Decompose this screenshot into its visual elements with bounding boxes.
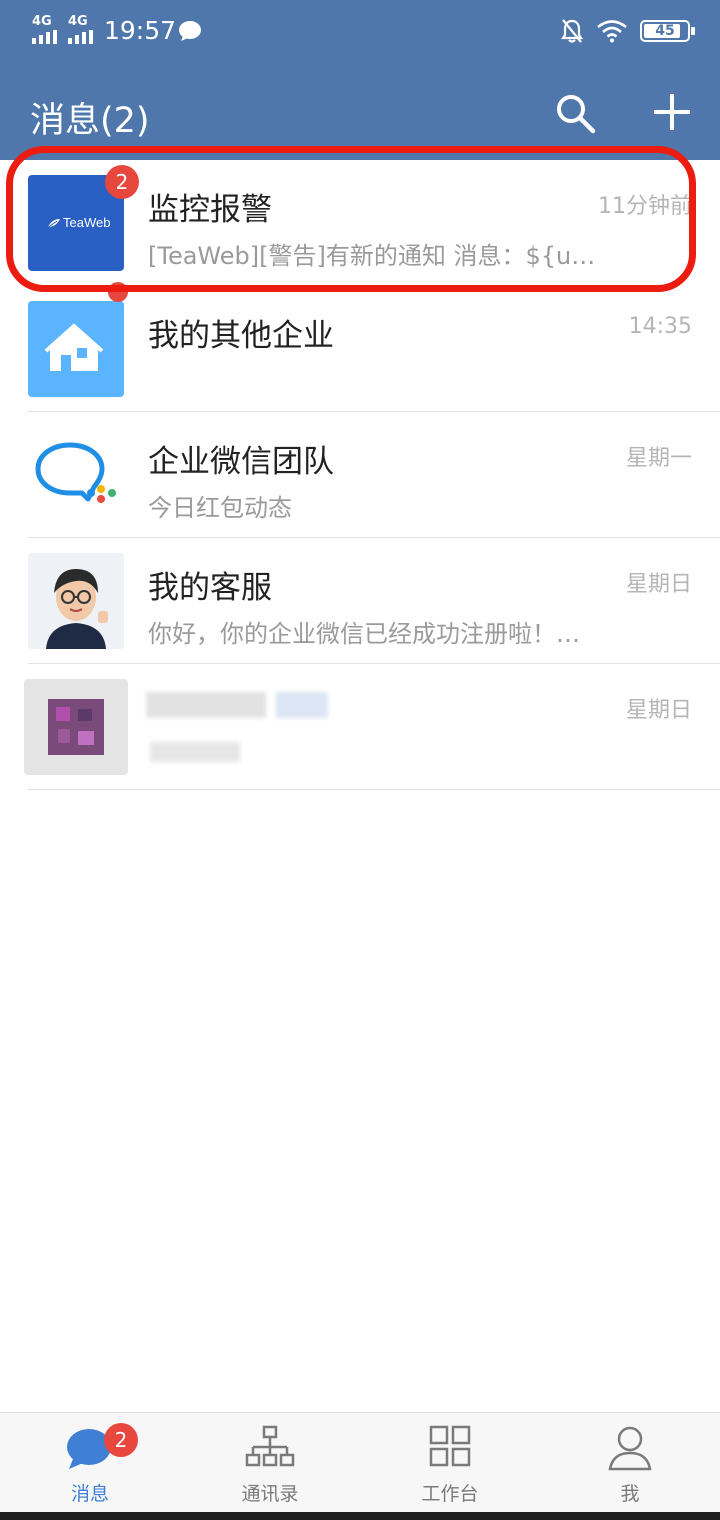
battery-icon: 45 <box>640 20 695 42</box>
network-type-2: 4G <box>68 14 88 29</box>
signal-icon <box>68 30 93 44</box>
conversation-item[interactable]: 我的客服 你好，你的企业微信已经成功注册啦！… 星期日 <box>0 538 720 664</box>
conversation-name: 我的客服 <box>148 570 272 606</box>
tab-label: 通讯录 <box>241 1483 299 1505</box>
conversation-time: 11分钟前 <box>598 194 692 219</box>
workbench-grid-icon <box>429 1425 471 1467</box>
mute-bell-icon <box>560 19 584 43</box>
tab-workbench[interactable]: 工作台 <box>360 1413 540 1513</box>
page-title: 消息(2) <box>30 101 150 141</box>
conversation-name: 我的其他企业 <box>148 318 334 354</box>
status-bar: 4G 4G 19:57 45 <box>0 0 720 66</box>
wifi-icon <box>597 20 627 43</box>
conversation-item[interactable]: TeaWeb 2 监控报警 [TeaWeb][警告]有新的通知 消息：${u… … <box>0 160 720 286</box>
contacts-icon <box>245 1425 295 1467</box>
avatar <box>28 427 124 523</box>
tab-label: 工作台 <box>421 1483 479 1505</box>
tab-contacts[interactable]: 通讯录 <box>180 1413 360 1513</box>
conversation-item[interactable]: 企业微信团队 今日红包动态 星期一 <box>0 412 720 538</box>
clock: 19:57 <box>104 16 177 45</box>
conversation-time: 星期日 <box>625 698 692 723</box>
conversation-name: 企业微信团队 <box>148 444 334 480</box>
conversation-preview: 你好，你的企业微信已经成功注册啦！… <box>148 620 580 648</box>
search-icon[interactable] <box>554 92 596 134</box>
avatar <box>24 679 128 775</box>
blurred-name-tag <box>276 692 328 718</box>
screen: 4G 4G 19:57 45 消息(2) TeaWeb 2 监控报警 [TeaW… <box>0 0 720 1520</box>
message-notification-icon <box>179 21 201 41</box>
blurred-name <box>146 692 266 718</box>
conversation-list: TeaWeb 2 监控报警 [TeaWeb][警告]有新的通知 消息：${u… … <box>0 160 720 790</box>
add-icon[interactable] <box>652 92 692 132</box>
conversation-preview: 今日红包动态 <box>148 494 292 522</box>
tab-label: 消息 <box>70 1483 109 1505</box>
conversation-name: 监控报警 <box>148 192 272 228</box>
avatar <box>28 553 124 649</box>
conversation-item[interactable]: 星期日 <box>0 664 720 790</box>
avatar-label: TeaWeb <box>63 215 111 230</box>
wecom-logo <box>35 442 116 503</box>
person-icon <box>608 1426 652 1471</box>
tab-label: 我 <box>620 1483 640 1505</box>
unread-dot <box>108 282 128 302</box>
conversation-time: 星期日 <box>625 572 692 597</box>
system-nav-bar <box>0 1512 720 1520</box>
unread-badge: 2 <box>105 165 139 199</box>
customer-service-avatar <box>28 553 124 649</box>
divider <box>28 789 720 790</box>
tab-messages[interactable]: 2 消息 <box>0 1413 180 1513</box>
conversation-time: 星期一 <box>625 446 692 471</box>
blurred-avatar <box>24 679 128 775</box>
avatar <box>28 301 124 397</box>
tab-me[interactable]: 我 <box>540 1413 720 1513</box>
app-header: 4G 4G 19:57 45 消息(2) <box>0 0 720 160</box>
house-icon <box>44 323 104 371</box>
battery-level: 45 <box>655 23 675 39</box>
conversation-item[interactable]: 我的其他企业 14:35 <box>0 282 720 412</box>
signal-icon <box>32 30 57 44</box>
bottom-tab-bar: 2 消息 通讯录 工作台 我 <box>0 1412 720 1512</box>
blurred-preview <box>150 742 240 762</box>
tab-badge: 2 <box>104 1423 138 1457</box>
conversation-preview: [TeaWeb][警告]有新的通知 消息：${u… <box>148 242 596 270</box>
network-type-1: 4G <box>32 14 52 29</box>
conversation-time: 14:35 <box>628 314 692 339</box>
